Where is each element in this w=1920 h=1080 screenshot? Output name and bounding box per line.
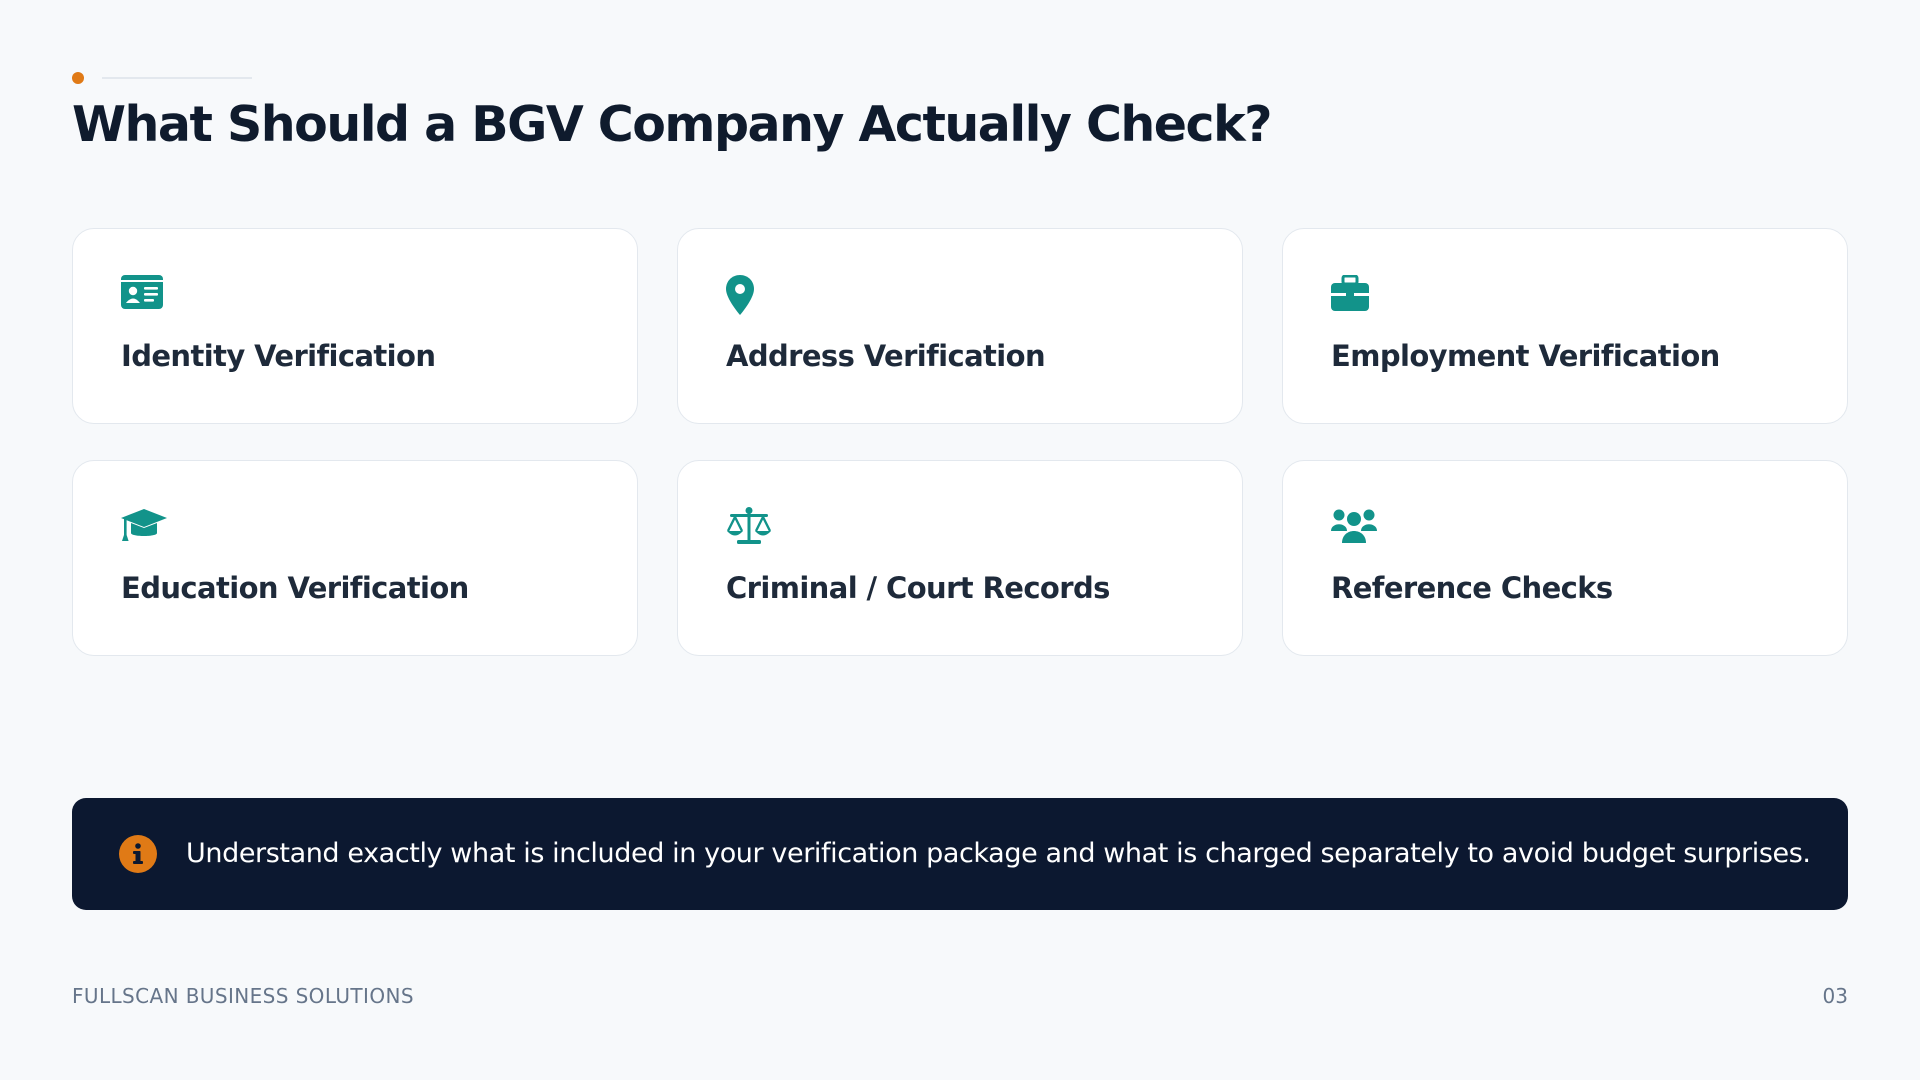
card-label: Address Verification <box>726 339 1046 373</box>
card-employment-verification: Employment Verification <box>1282 228 1848 424</box>
title-accent <box>72 72 272 84</box>
card-label: Criminal / Court Records <box>726 571 1110 605</box>
id-card-icon <box>121 275 167 315</box>
card-criminal-court-records: Criminal / Court Records <box>677 460 1243 656</box>
page-number: 03 <box>1822 984 1848 1008</box>
users-icon <box>1331 507 1377 547</box>
map-pin-icon <box>726 275 772 315</box>
card-reference-checks: Reference Checks <box>1282 460 1848 656</box>
card-label: Employment Verification <box>1331 339 1720 373</box>
card-address-verification: Address Verification <box>677 228 1243 424</box>
card-label: Education Verification <box>121 571 469 605</box>
accent-dot <box>72 72 84 84</box>
briefcase-icon <box>1331 275 1377 315</box>
card-label: Reference Checks <box>1331 571 1613 605</box>
budget-note-banner: Understand exactly what is included in y… <box>72 798 1848 910</box>
accent-line <box>102 77 252 79</box>
card-label: Identity Verification <box>121 339 436 373</box>
info-icon <box>119 835 157 873</box>
card-education-verification: Education Verification <box>72 460 638 656</box>
note-text: Understand exactly what is included in y… <box>186 838 1811 869</box>
check-categories-grid: Identity Verification Address Verificati… <box>72 228 1848 656</box>
card-identity-verification: Identity Verification <box>72 228 638 424</box>
page-title: What Should a BGV Company Actually Check… <box>72 96 1273 153</box>
footer-company-name: FULLSCAN BUSINESS SOLUTIONS <box>72 984 414 1008</box>
scales-icon <box>726 507 772 547</box>
graduation-cap-icon <box>121 507 167 547</box>
